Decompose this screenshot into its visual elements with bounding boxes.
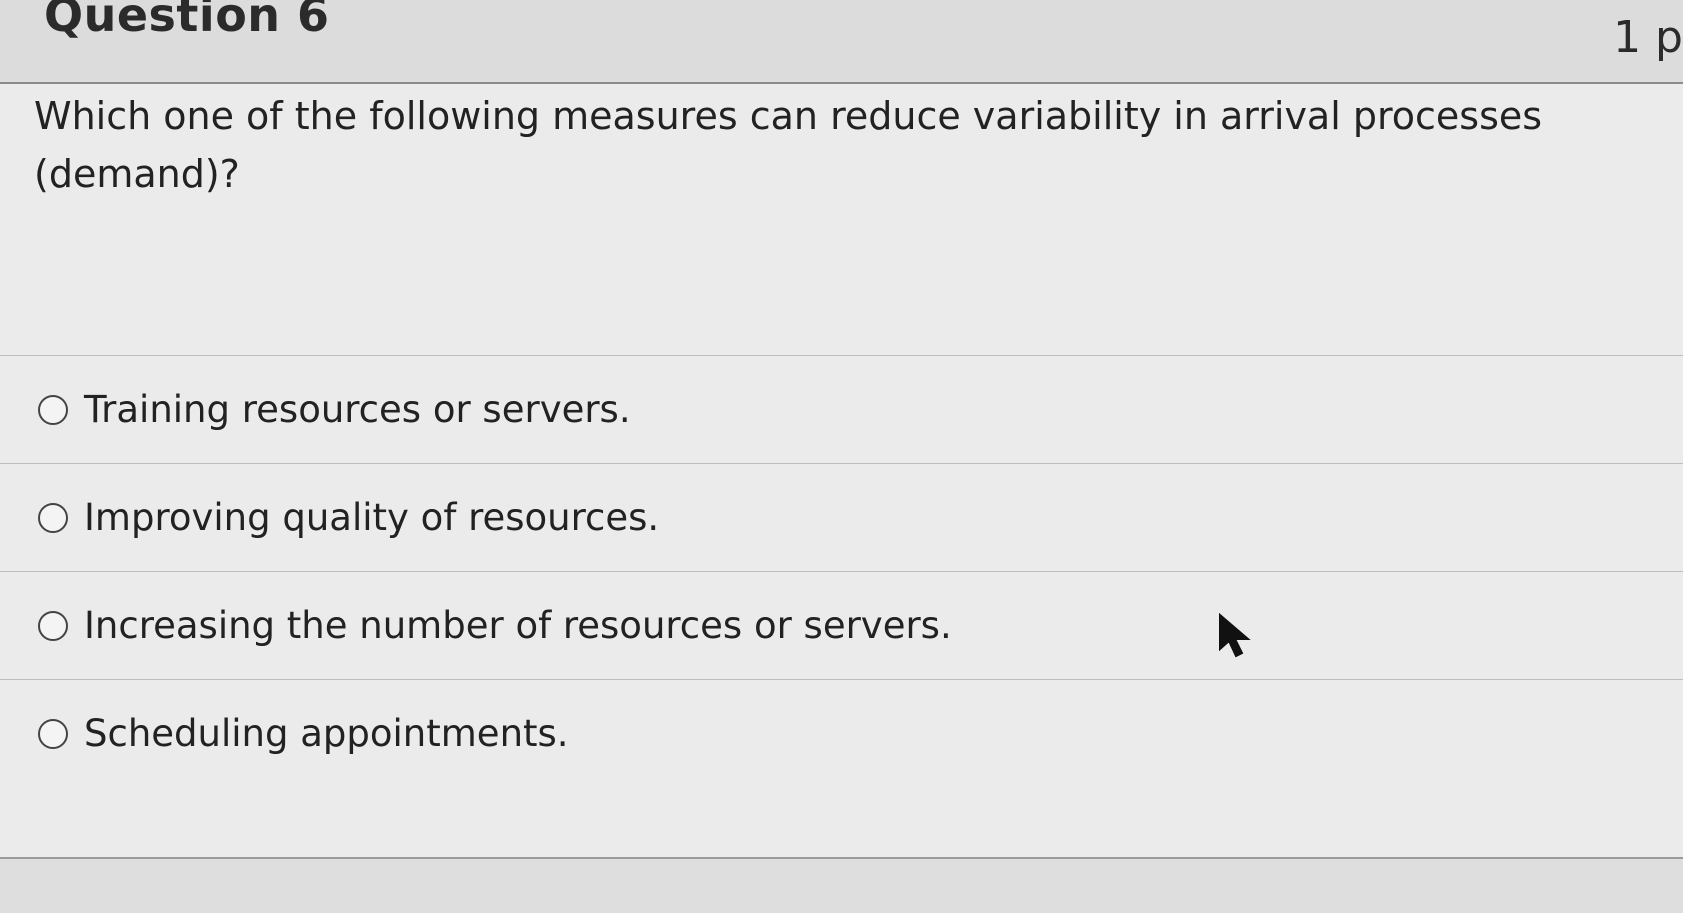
radio-unselected-icon[interactable]: [38, 718, 68, 749]
question-title: Question 6: [44, 0, 330, 42]
question-footer-divider: [0, 857, 1683, 913]
question-header: Question 6 1 p: [0, 0, 1683, 84]
answer-label[interactable]: Training resources or servers.: [84, 388, 631, 431]
answer-option[interactable]: Training resources or servers.: [0, 355, 1683, 463]
radio-unselected-icon[interactable]: [38, 610, 68, 641]
question-prompt: Which one of the following measures can …: [34, 94, 1543, 196]
answer-label[interactable]: Improving quality of resources.: [84, 496, 659, 539]
answer-option[interactable]: Scheduling appointments.: [0, 679, 1683, 787]
answer-option[interactable]: Improving quality of resources.: [0, 463, 1683, 571]
answer-label[interactable]: Scheduling appointments.: [84, 712, 569, 755]
answer-label[interactable]: Increasing the number of resources or se…: [84, 604, 952, 647]
radio-unselected-icon[interactable]: [38, 502, 68, 533]
mouse-pointer-icon: [1219, 613, 1251, 658]
question-points: 1 p: [1613, 12, 1683, 63]
answer-list: Training resources or servers. Improving…: [0, 355, 1683, 787]
radio-unselected-icon[interactable]: [38, 394, 68, 425]
quiz-page: Question 6 1 p Which one of the followin…: [0, 0, 1683, 913]
answer-option[interactable]: Increasing the number of resources or se…: [0, 571, 1683, 679]
